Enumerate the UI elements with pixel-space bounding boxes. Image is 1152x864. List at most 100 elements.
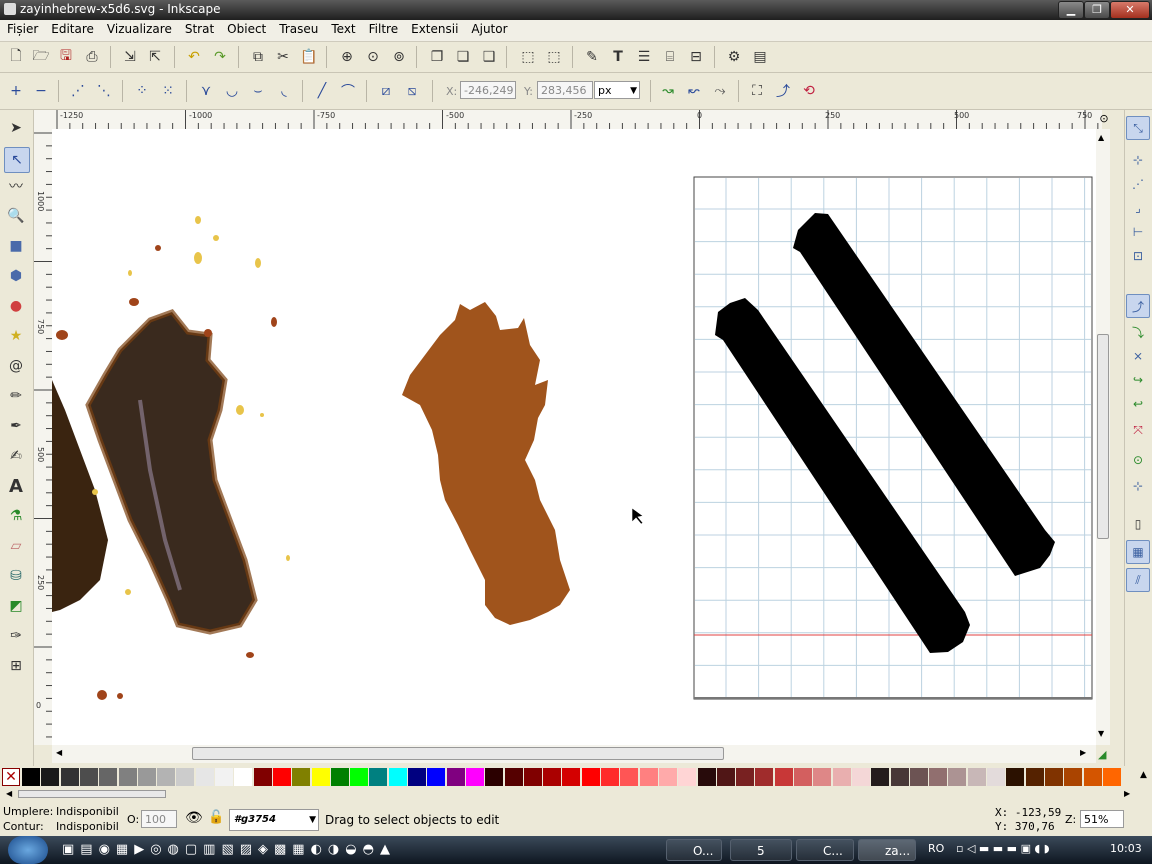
node-auto-icon[interactable]: ◟ xyxy=(274,81,294,101)
open-icon[interactable]: 🗁 xyxy=(31,47,51,67)
start-button[interactable] xyxy=(8,836,48,864)
spray-tool-icon[interactable]: ⚗ xyxy=(6,506,26,526)
color-swatch[interactable] xyxy=(41,768,60,786)
next-path-effect-icon[interactable]: ↝ xyxy=(658,81,678,101)
paste-icon[interactable]: 📋 xyxy=(299,47,319,67)
snap-midpoint-icon[interactable]: ⤧ xyxy=(1128,420,1148,440)
palette-scroll-left-icon[interactable]: ◀ xyxy=(6,789,12,798)
menu-edit[interactable]: Editare xyxy=(44,20,100,36)
snap-cusp-icon[interactable]: ↪ xyxy=(1128,370,1148,390)
color-swatch[interactable] xyxy=(813,768,832,786)
color-swatch[interactable] xyxy=(987,768,1005,786)
undo-icon[interactable]: ↶ xyxy=(184,47,204,67)
menu-file[interactable]: Fișier xyxy=(0,20,44,36)
color-swatch[interactable] xyxy=(581,768,600,786)
snap-smooth-icon[interactable]: ↩ xyxy=(1128,394,1148,414)
menu-view[interactable]: Vizualizare xyxy=(100,20,178,36)
align-icon[interactable]: ⊟ xyxy=(686,47,706,67)
tray-icons[interactable]: ▫ ◁ ▬ ▬ ▬ ▣ ◖ ◗ xyxy=(956,842,1050,855)
menu-filters[interactable]: Filtre xyxy=(362,20,404,36)
color-swatch[interactable] xyxy=(388,768,407,786)
gradient-tool-icon[interactable]: ◩ xyxy=(6,596,26,616)
color-swatch[interactable] xyxy=(890,768,909,786)
preferences-icon[interactable]: ⚙ xyxy=(724,47,744,67)
menu-extensions[interactable]: Extensii xyxy=(404,20,464,36)
export-icon[interactable]: ⇱ xyxy=(145,47,165,67)
color-swatch[interactable] xyxy=(22,768,40,786)
delete-node-icon[interactable]: − xyxy=(31,81,51,101)
color-swatch[interactable] xyxy=(948,768,967,786)
selector-tool-icon[interactable]: ➤ xyxy=(6,118,26,138)
bucket-tool-icon[interactable]: ⛁ xyxy=(6,566,26,586)
star-tool-icon[interactable]: ★ xyxy=(6,326,26,346)
color-swatch[interactable] xyxy=(562,768,581,786)
palette-scrollbar[interactable]: ◀ ▶ xyxy=(0,788,1152,800)
unlink-clone-icon[interactable]: ❑ xyxy=(479,47,499,67)
color-swatch[interactable] xyxy=(215,768,233,786)
join-nodes-icon[interactable]: ⋰ xyxy=(68,81,88,101)
zoom-page-icon[interactable]: ⊚ xyxy=(389,47,409,67)
color-swatch[interactable] xyxy=(1083,768,1102,786)
horizontal-scrollbar[interactable]: ◀ ▶ xyxy=(52,745,1096,763)
transform-handles-icon[interactable]: ⛶ xyxy=(747,81,767,101)
color-swatch[interactable] xyxy=(716,768,735,786)
color-swatch[interactable] xyxy=(253,768,272,786)
color-swatch[interactable] xyxy=(678,768,697,786)
zoom-selection-icon[interactable]: ⊕ xyxy=(337,47,357,67)
join-segment-icon[interactable]: ⁘ xyxy=(132,81,152,101)
minimize-button[interactable]: ▁ xyxy=(1058,1,1084,19)
color-swatch[interactable] xyxy=(639,768,658,786)
tweak-tool-icon[interactable]: 〰 xyxy=(6,176,26,196)
edit-clip-icon[interactable]: ⟲ xyxy=(799,81,819,101)
scroll-up-icon[interactable]: ▲ xyxy=(1098,133,1104,142)
dropper-tool-icon[interactable]: ✑ xyxy=(6,626,26,646)
3d-box-tool-icon[interactable]: ⬢ xyxy=(6,266,26,286)
color-swatch[interactable] xyxy=(794,768,812,786)
fill-stroke-icon[interactable]: ✎ xyxy=(582,47,602,67)
connector-tool-icon[interactable]: ⊞ xyxy=(6,656,26,676)
menu-layer[interactable]: Strat xyxy=(178,20,220,36)
segment-line-icon[interactable]: ╱ xyxy=(312,81,332,101)
color-swatch[interactable] xyxy=(601,768,619,786)
delete-segment-icon[interactable]: ⁙ xyxy=(158,81,178,101)
zoom-drawing-icon[interactable]: ⊙ xyxy=(363,47,383,67)
bitmap-trace-object[interactable] xyxy=(52,216,290,700)
snap-intersection-icon[interactable]: ⨯ xyxy=(1128,346,1148,366)
color-swatch[interactable] xyxy=(697,768,716,786)
color-swatch[interactable] xyxy=(851,768,870,786)
text-font-icon[interactable]: T xyxy=(608,47,628,67)
color-swatch[interactable] xyxy=(176,768,195,786)
zoom-correction-icon[interactable]: ⊙ xyxy=(1096,112,1112,128)
palette-menu-icon[interactable]: ▲ xyxy=(1140,770,1147,780)
color-swatch[interactable] xyxy=(195,768,214,786)
x-coordinate-input[interactable]: -246,249 xyxy=(460,81,516,99)
vertical-scrollbar[interactable]: ▲ ▼ xyxy=(1096,129,1110,745)
vertical-scroll-thumb[interactable] xyxy=(1097,334,1109,539)
menu-help[interactable]: Ajutor xyxy=(464,20,513,36)
snap-bbox-edge-icon[interactable]: ⋰ xyxy=(1128,174,1148,194)
zoom-tool-icon[interactable]: 🔍 xyxy=(6,206,26,226)
menu-text[interactable]: Text xyxy=(324,20,361,36)
document-properties-icon[interactable]: ▤ xyxy=(750,47,770,67)
node-tool-icon[interactable]: ↖ xyxy=(4,147,30,173)
pencil-tool-icon[interactable]: ✏ xyxy=(6,386,26,406)
color-swatch[interactable] xyxy=(118,768,137,786)
text-tool-icon[interactable]: A xyxy=(6,476,26,497)
horizontal-scroll-thumb[interactable] xyxy=(192,747,724,760)
color-swatch[interactable] xyxy=(292,768,311,786)
color-swatch[interactable] xyxy=(523,768,542,786)
clone-icon[interactable]: ❏ xyxy=(453,47,473,67)
traced-shape-object[interactable] xyxy=(402,302,570,625)
node-cusp-icon[interactable]: ⋎ xyxy=(196,81,216,101)
color-swatch[interactable] xyxy=(1025,768,1044,786)
color-swatch[interactable] xyxy=(465,768,484,786)
object-to-path-icon[interactable]: ⧄ xyxy=(376,81,396,101)
menu-path[interactable]: Traseu xyxy=(272,20,324,36)
scroll-right-icon[interactable]: ▶ xyxy=(1080,748,1086,757)
layers-icon[interactable]: ☰ xyxy=(634,47,654,67)
color-swatch[interactable] xyxy=(755,768,774,786)
color-swatch[interactable] xyxy=(137,768,156,786)
snap-bbox-corner-icon[interactable]: ⌟ xyxy=(1128,198,1148,218)
snap-bbox-midpoint-icon[interactable]: ⊢ xyxy=(1128,222,1148,242)
maximize-button[interactable]: ❐ xyxy=(1084,1,1110,19)
